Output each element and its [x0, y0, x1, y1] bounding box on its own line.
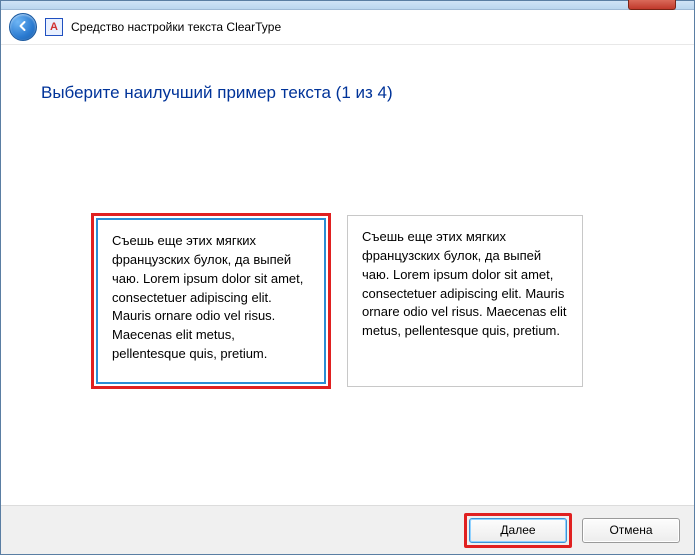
wizard-window: A Средство настройки текста ClearType Вы…: [0, 0, 695, 555]
back-button[interactable]: [9, 13, 37, 41]
sample-1-text: Съешь еще этих мягких французских булок,…: [112, 233, 303, 361]
sample-2-text: Съешь еще этих мягких французских булок,…: [362, 229, 567, 338]
header-bar: A Средство настройки текста ClearType: [1, 10, 694, 45]
text-sample-1[interactable]: Съешь еще этих мягких французских булок,…: [96, 218, 326, 384]
cleartype-icon: A: [45, 18, 63, 36]
page-heading: Выберите наилучший пример текста (1 из 4…: [41, 83, 654, 103]
text-sample-2[interactable]: Съешь еще этих мягких французских булок,…: [347, 215, 583, 387]
next-button[interactable]: Далее: [469, 518, 567, 543]
sample-row: Съешь еще этих мягких французских булок,…: [91, 213, 654, 389]
content-area: Выберите наилучший пример текста (1 из 4…: [1, 45, 694, 505]
button-bar: Далее Отмена: [1, 505, 694, 554]
window-title: Средство настройки текста ClearType: [71, 20, 281, 34]
sample-1-highlight: Съешь еще этих мягких французских булок,…: [91, 213, 331, 389]
window-close-button[interactable]: [628, 0, 676, 10]
next-button-highlight: Далее: [464, 513, 572, 548]
arrow-left-icon: [17, 19, 29, 35]
cancel-button[interactable]: Отмена: [582, 518, 680, 543]
sample-2-wrap: Съешь еще этих мягких французских булок,…: [345, 213, 585, 389]
window-titlebar: [1, 1, 694, 10]
